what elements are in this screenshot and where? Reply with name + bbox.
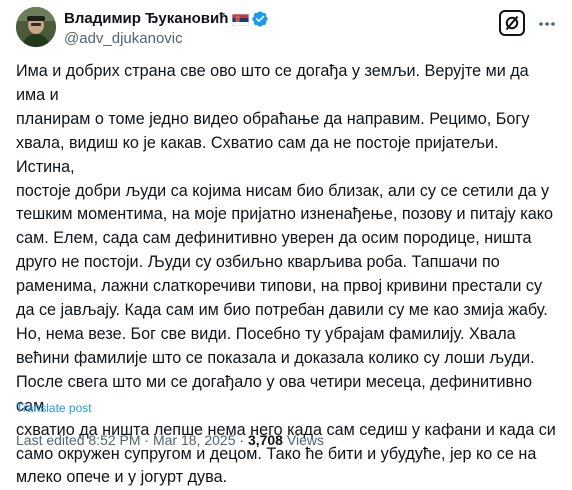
- tweet-text-line: хвала, видиш ко је какав. Схватио сам да…: [16, 133, 499, 176]
- tweet-text-line: млеко опече и у јогурт дува.: [16, 468, 228, 487]
- tweet-text-line: већини фамилије што се показала и доказа…: [16, 348, 535, 367]
- grok-button[interactable]: [496, 7, 528, 39]
- tweet-text-line: друго не постоји. Људи су озбиљно кварљи…: [16, 253, 500, 272]
- author-name-row: Владимир Ђукановић: [64, 9, 269, 29]
- more-options-button[interactable]: [532, 9, 562, 39]
- author-display-name[interactable]: Владимир Ђукановић: [64, 9, 228, 29]
- tweet-text: Има и добрих страна све ово што се догађ…: [16, 60, 556, 490]
- more-horizontal-icon: [539, 22, 555, 26]
- meta-separator: ·: [239, 432, 245, 448]
- edited-label[interactable]: Last edited: [16, 432, 85, 448]
- tweet-text-line: сам. Елем, сада сам дефинитивно уверен д…: [16, 229, 532, 248]
- tweet-text-line: Има и добрих страна све ово што се догађ…: [16, 62, 529, 104]
- tweet-text-line: планирам о томе једно видео обраћање да …: [16, 109, 530, 128]
- avatar[interactable]: [16, 7, 56, 47]
- tweet-text-line: После свега што ми се догађало у ова чет…: [16, 372, 533, 415]
- tweet-text-line: постоје добри људи са којима нисам био б…: [16, 181, 550, 200]
- meta-separator: ·: [144, 432, 150, 448]
- avatar-image: [16, 7, 56, 47]
- translate-post-link[interactable]: Translate post: [16, 400, 92, 416]
- post-time[interactable]: 8:52 PM: [88, 432, 140, 448]
- tweet-text-line: да се јављају. Када сам им био потребан …: [16, 301, 548, 320]
- grok-icon: [499, 10, 525, 36]
- post-date[interactable]: Mar 18, 2025: [153, 432, 236, 448]
- views-count: 3,708: [247, 432, 283, 448]
- serbia-flag-icon: [232, 13, 250, 26]
- tweet-text-line: Но, нема везе. Бог све види. Посебно ту …: [16, 324, 516, 343]
- views-label: Views: [286, 432, 324, 448]
- tweet-text-line: раменима, лажни слаткоречиви типови, на …: [16, 277, 543, 296]
- tweet-post: Владимир Ђукановић @adv_djukanovic Има и…: [0, 0, 572, 486]
- author-handle[interactable]: @adv_djukanovic: [64, 30, 183, 48]
- verified-badge-icon[interactable]: [251, 10, 269, 28]
- tweet-text-line: тешким моментима, на моје пријатно изнен…: [16, 205, 553, 224]
- post-meta: Last edited 8:52 PM · Mar 18, 2025 · 3,7…: [16, 431, 324, 449]
